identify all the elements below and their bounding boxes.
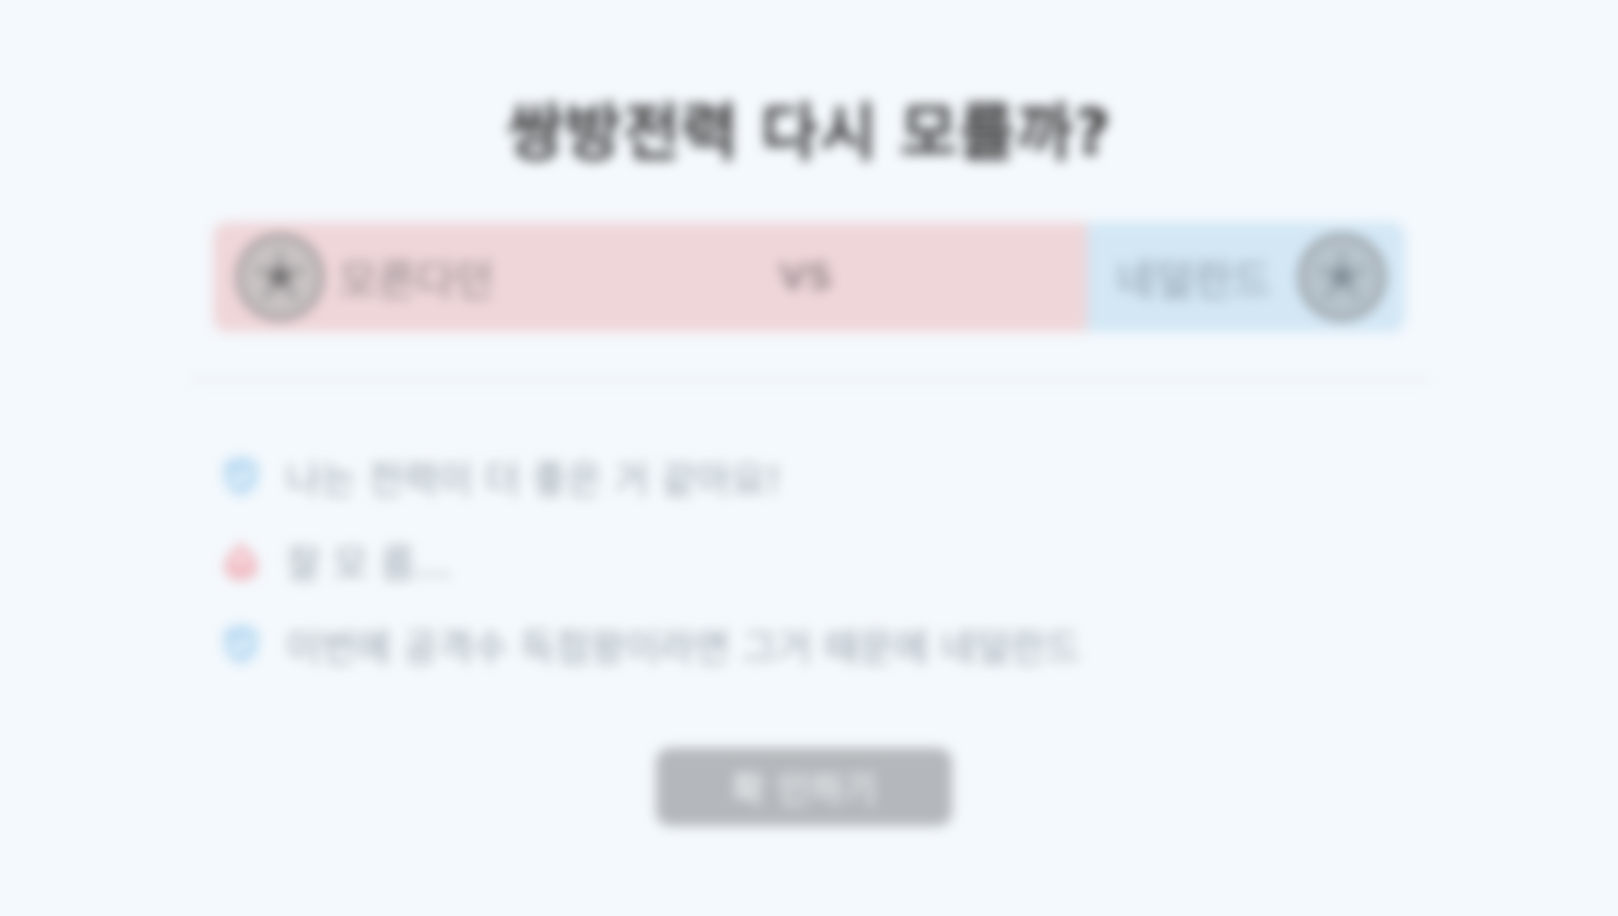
reason-list: 나는 전력이 더 좋은 거 같아요! 잘 모 름... 이번에 공격수 득점왕이… (218, 450, 1318, 702)
team-right-name: 네덜란드 (1116, 255, 1271, 305)
list-item-label: 잘 모 름... (286, 541, 452, 586)
list-item[interactable]: 나는 전력이 더 좋은 거 같아요! (218, 450, 1318, 502)
check-shield-icon (218, 453, 264, 499)
soccer-ball-icon (237, 234, 323, 320)
vote-screen: 쌍방전력 다시 모를까? 모른다던 VS 네덜란드 나는 전력이 더 좋은 거 … (0, 0, 1618, 916)
team-left-panel[interactable]: 모른다던 VS (213, 222, 1087, 332)
list-item[interactable]: 잘 모 름... (218, 534, 1318, 586)
soccer-ball-icon (1299, 234, 1385, 320)
team-left-name: 모른다던 (339, 255, 494, 305)
list-item-label: 나는 전력이 더 좋은 거 같아요! (286, 457, 782, 502)
matchup-bar: 모른다던 VS 네덜란드 (213, 222, 1405, 332)
list-item-label: 이번에 공격수 득점왕이라면 그거 때문에 네덜란드 (286, 625, 1081, 670)
flag-icon (218, 537, 264, 583)
list-item[interactable]: 이번에 공격수 득점왕이라면 그거 때문에 네덜란드 (218, 618, 1318, 670)
vs-label: VS (779, 256, 833, 298)
divider (190, 378, 1430, 380)
check-shield-icon (218, 621, 264, 667)
page-title: 쌍방전력 다시 모를까? (506, 96, 1112, 169)
team-right-panel[interactable]: 네덜란드 (1087, 222, 1405, 332)
confirm-button[interactable]: 확 인하기 (656, 748, 952, 826)
